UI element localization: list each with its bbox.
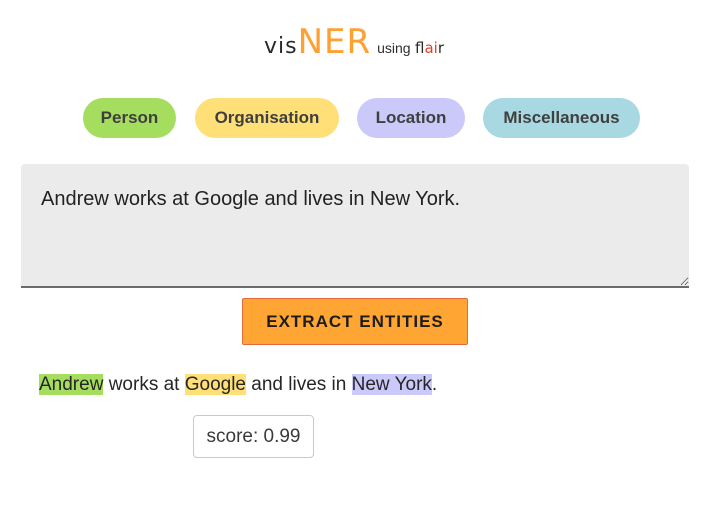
logo-using-text: using — [377, 40, 411, 56]
entity-organisation-highlight: Google — [184, 374, 247, 395]
entity-person-highlight: Andrew — [39, 374, 104, 395]
logo-vis-text: vis — [263, 34, 298, 59]
logo-flair-part-2: ai — [424, 39, 438, 57]
legend-person-pill[interactable]: Person — [83, 98, 176, 138]
tagged-result: Andrew works at Google and lives in New … — [39, 373, 437, 397]
legend-miscellaneous-pill[interactable]: Miscellaneous — [483, 98, 640, 138]
extract-entities-button[interactable]: EXTRACT ENTITIES — [242, 298, 468, 345]
result-text-segment: and lives in — [246, 374, 352, 395]
logo-flair-part-3: r — [437, 39, 445, 57]
legend-organisation-pill[interactable]: Organisation — [195, 98, 339, 138]
visner-page: visNER using flair Person Organisation Lo… — [0, 0, 708, 530]
app-logo: visNER using flair — [0, 22, 708, 62]
score-badge: score: 0.99 — [193, 415, 314, 458]
result-text-segment: . — [431, 374, 438, 395]
sentence-input[interactable]: Andrew works at Google and lives in New … — [21, 164, 689, 288]
entity-legend: Person Organisation Location Miscellaneo… — [0, 98, 708, 138]
logo-flair-text: flair — [415, 39, 444, 57]
entity-location-highlight: New York — [351, 374, 432, 395]
legend-location-pill[interactable]: Location — [357, 98, 465, 138]
logo-ner-text: NER — [297, 22, 372, 62]
result-text-segment: works at — [103, 374, 185, 395]
